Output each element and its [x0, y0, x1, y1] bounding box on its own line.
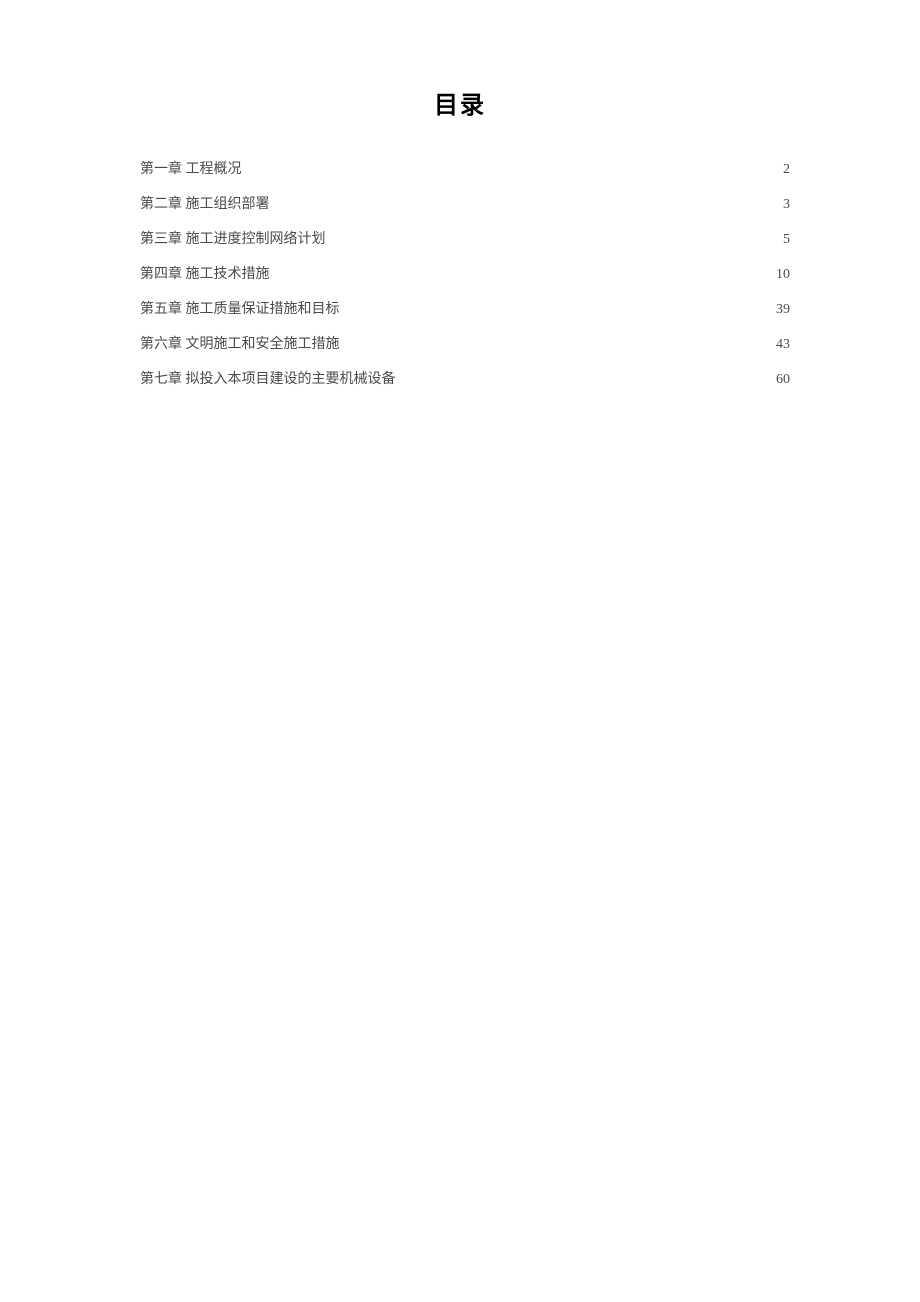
toc-entry: 第四章 施工技术措施 10	[140, 257, 790, 292]
toc-leader	[274, 194, 780, 208]
toc-page: 2	[783, 152, 790, 187]
toc-page: 60	[776, 362, 790, 397]
toc-entry: 第五章 施工质量保证措施和目标 39	[140, 292, 790, 327]
toc-entry: 第二章 施工组织部署 3	[140, 187, 790, 222]
toc-page: 5	[783, 222, 790, 257]
toc-leader	[344, 299, 773, 313]
toc-label: 第三章 施工进度控制网络计划	[140, 222, 326, 257]
toc-entry: 第七章 拟投入本项目建设的主要机械设备 60	[140, 362, 790, 397]
toc-entry: 第三章 施工进度控制网络计划 5	[140, 222, 790, 257]
toc-leader	[246, 159, 780, 173]
toc-label: 第五章 施工质量保证措施和目标	[140, 292, 340, 327]
toc-entry: 第六章 文明施工和安全施工措施 43	[140, 327, 790, 362]
toc-leader	[330, 229, 780, 243]
toc-label: 第二章 施工组织部署	[140, 187, 270, 222]
toc-leader	[400, 369, 773, 383]
toc-page: 43	[776, 327, 790, 362]
toc-label: 第一章 工程概况	[140, 152, 242, 187]
toc-leader	[344, 334, 773, 348]
toc-container: 第一章 工程概况 2 第二章 施工组织部署 3 第三章 施工进度控制网络计划 5…	[0, 152, 920, 397]
toc-entry: 第一章 工程概况 2	[140, 152, 790, 187]
page-title: 目录	[0, 85, 920, 120]
toc-label: 第六章 文明施工和安全施工措施	[140, 327, 340, 362]
toc-page: 10	[776, 257, 790, 292]
toc-leader	[274, 264, 773, 278]
toc-label: 第四章 施工技术措施	[140, 257, 270, 292]
toc-label: 第七章 拟投入本项目建设的主要机械设备	[140, 362, 396, 397]
toc-page: 3	[783, 187, 790, 222]
toc-page: 39	[776, 292, 790, 327]
